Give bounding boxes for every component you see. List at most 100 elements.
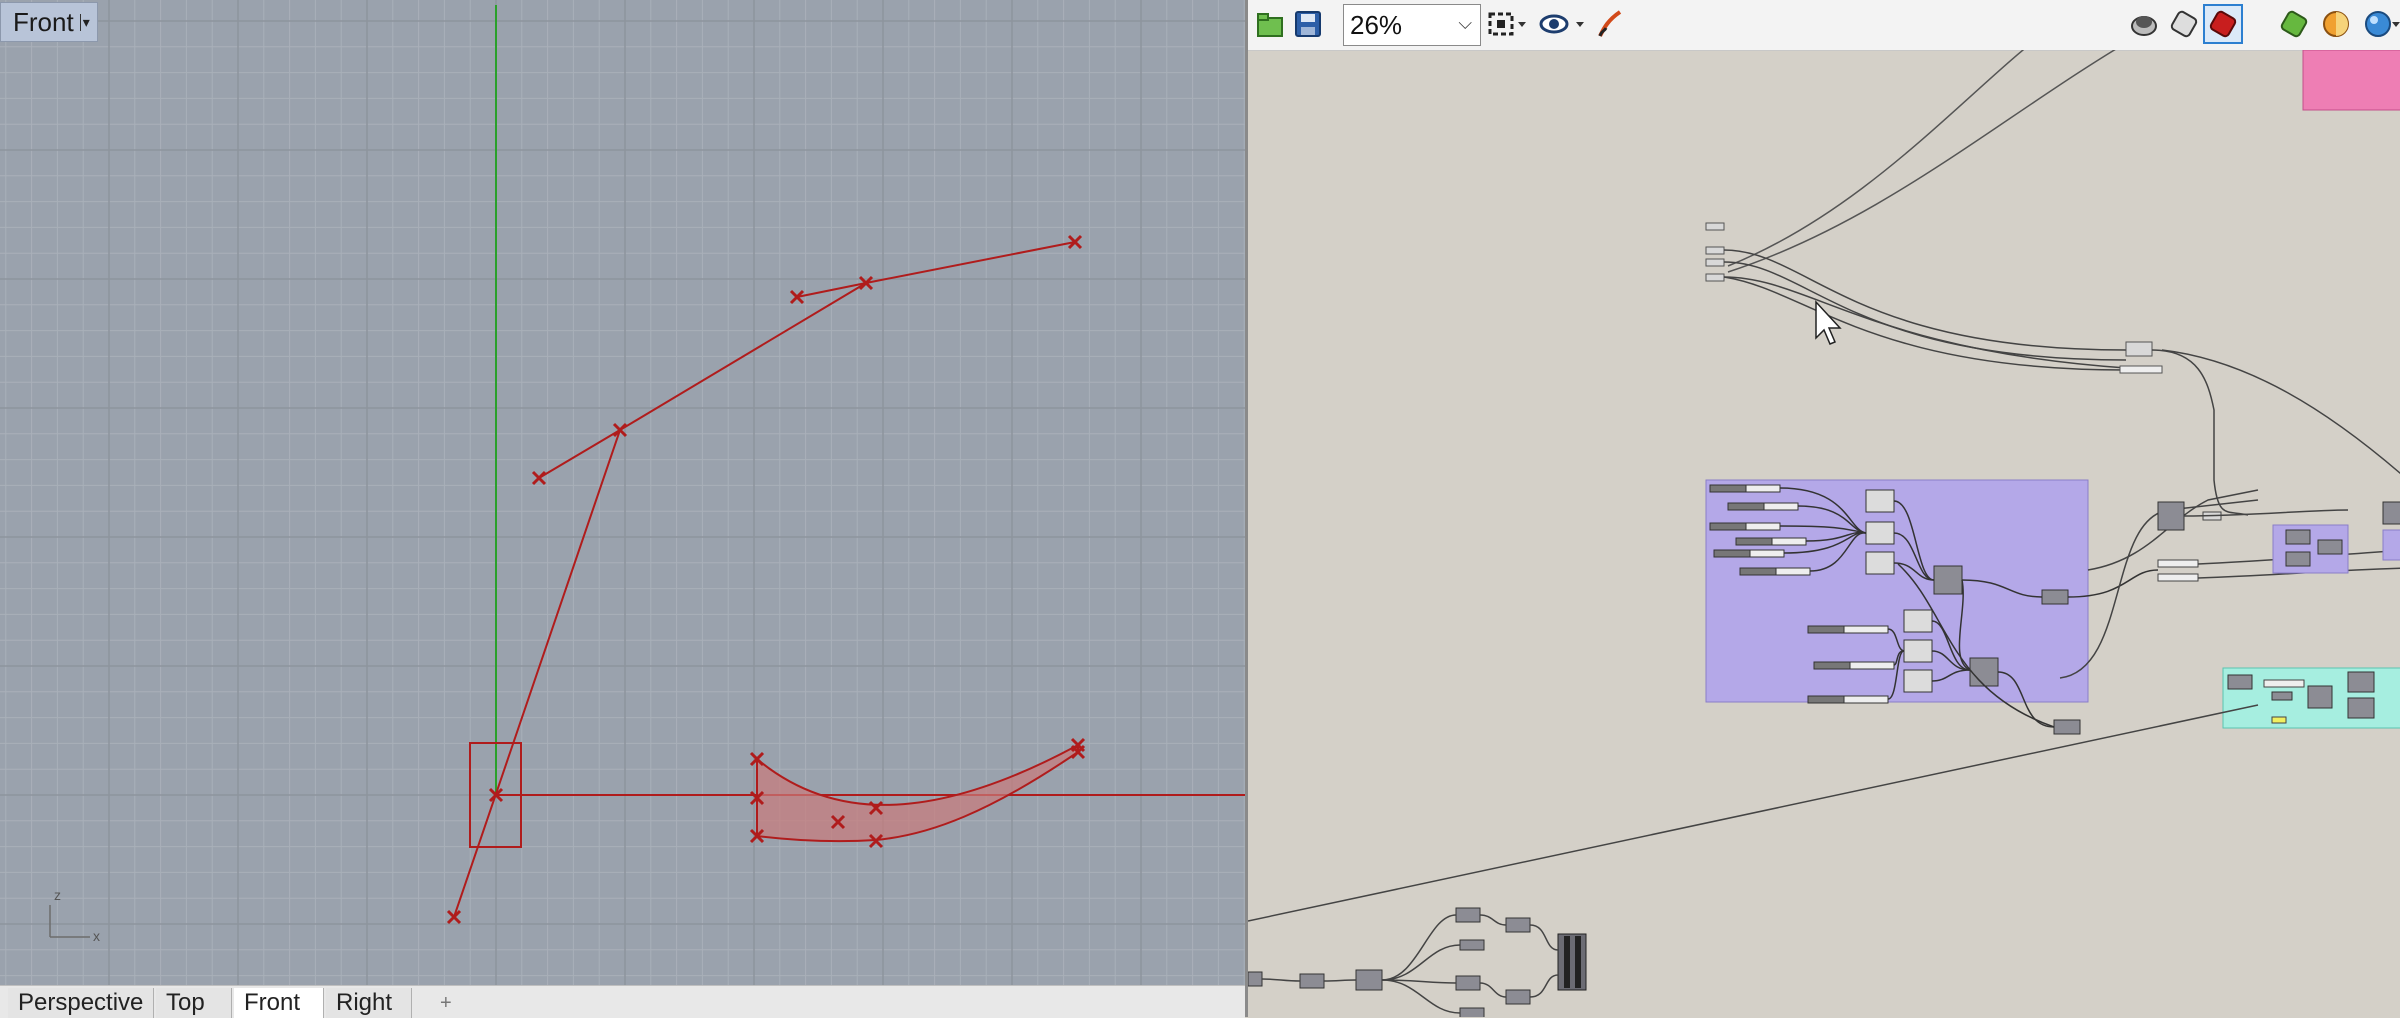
preview-wireframe-icon[interactable] [2128,8,2160,40]
component[interactable] [2317,539,2343,555]
component[interactable] [2227,674,2253,690]
chevron-down-icon: ⌵ [1458,13,1472,33]
preview-selected-icon [2209,10,2237,38]
component[interactable] [2157,573,2199,582]
wire [1261,978,1301,982]
rhino-front-viewport[interactable]: z x Front ▾ [0,0,1245,985]
wire [1529,974,1559,998]
component[interactable] [2347,671,2375,693]
wire [1727,50,2116,273]
preview-selected-toggle[interactable] [2203,4,2243,44]
zoom-value: 26% [1350,9,1403,40]
component[interactable] [1735,537,1773,546]
group-purple-edge[interactable] [2382,529,2400,561]
component[interactable] [1865,551,1895,575]
wire [1723,249,2127,351]
component[interactable] [1739,567,1777,576]
param-component[interactable] [1705,273,1725,282]
component[interactable] [1505,917,1531,933]
tab-top[interactable]: Top [156,988,232,1018]
grasshopper-canvas[interactable] [1248,50,2400,1017]
zoom-dropdown[interactable]: 26% ⌵ [1343,4,1481,46]
group-pink[interactable] [2302,50,2400,111]
open-file-icon[interactable] [1254,8,1286,40]
component[interactable] [2271,691,2293,701]
component[interactable] [1505,989,1531,1005]
wire [1248,704,2259,922]
mouse-cursor-icon [1815,300,1842,345]
component[interactable] [1903,609,1933,633]
zoom-extents-icon[interactable] [1486,8,1530,40]
component[interactable] [1355,969,1383,991]
wire [1479,982,1507,998]
component[interactable] [2271,716,2287,724]
tab-front[interactable]: Front [234,988,324,1018]
component[interactable] [1455,907,1481,923]
component[interactable] [2263,679,2305,688]
component[interactable] [2125,341,2153,357]
component[interactable] [1933,565,1963,595]
curve-segment[interactable] [538,429,621,479]
wire [1323,979,1357,982]
component[interactable] [1865,489,1895,513]
component[interactable] [2285,529,2311,545]
chevron-down-icon[interactable] [2392,8,2400,40]
sketch-brush-icon[interactable] [1594,8,1626,40]
component[interactable] [1807,625,1845,634]
component[interactable] [1807,695,1845,704]
chevron-down-icon[interactable]: ▾ [79,13,90,31]
preview-shaded-icon[interactable] [2168,8,2200,40]
param-component[interactable] [1705,258,1725,267]
preview-settings-icon[interactable] [2278,8,2310,40]
viewport-title-label: Front [13,6,74,37]
sphere-icon[interactable] [2362,8,2394,40]
add-tab-button[interactable]: + [430,988,466,1018]
component[interactable] [1459,1007,1485,1017]
component[interactable] [2347,697,2375,719]
component[interactable] [1459,939,1485,951]
grasshopper-editor: 26% ⌵ [1248,0,2400,1017]
component[interactable] [2157,559,2199,568]
control-point[interactable] [531,470,547,486]
component[interactable] [1455,975,1481,991]
wire [1723,276,2127,369]
component[interactable] [1813,661,1851,670]
component[interactable] [1713,549,1751,558]
wire [1727,50,2025,267]
component[interactable] [1709,484,1747,493]
component[interactable] [1557,933,1587,991]
material-icon[interactable] [2320,8,2352,40]
component[interactable] [2157,501,2185,531]
component[interactable] [1865,521,1895,545]
wire [1479,914,1507,926]
save-file-icon[interactable] [1292,8,1324,40]
component[interactable] [2041,589,2069,605]
component[interactable] [1299,973,1325,989]
component[interactable] [2285,551,2311,567]
control-point[interactable] [446,909,462,925]
wire [1723,261,2127,361]
component[interactable] [1903,639,1933,663]
viewport-canvas[interactable]: z x [0,0,1245,985]
component[interactable] [1969,657,1999,687]
component[interactable] [1709,522,1747,531]
viewport-tab-bar: Perspective Top Front Right + [0,985,1245,1018]
construction-grid [0,0,1245,985]
component[interactable] [1903,669,1933,693]
wire [1723,276,2127,371]
wire [1381,979,1461,1014]
param-component[interactable] [1705,222,1725,231]
viewport-title[interactable]: Front ▾ [0,2,98,42]
component[interactable] [2307,685,2333,709]
component[interactable] [1727,502,1765,511]
axis-label-z: z [54,887,61,903]
wire [1529,924,1559,951]
component[interactable] [1248,971,1263,987]
preview-eye-icon[interactable] [1538,8,1588,40]
tab-perspective[interactable]: Perspective [8,988,154,1018]
param-component[interactable] [1705,246,1725,255]
tab-right[interactable]: Right [326,988,412,1018]
component[interactable] [2053,719,2081,735]
component[interactable] [2382,501,2400,525]
component[interactable] [2119,365,2163,374]
